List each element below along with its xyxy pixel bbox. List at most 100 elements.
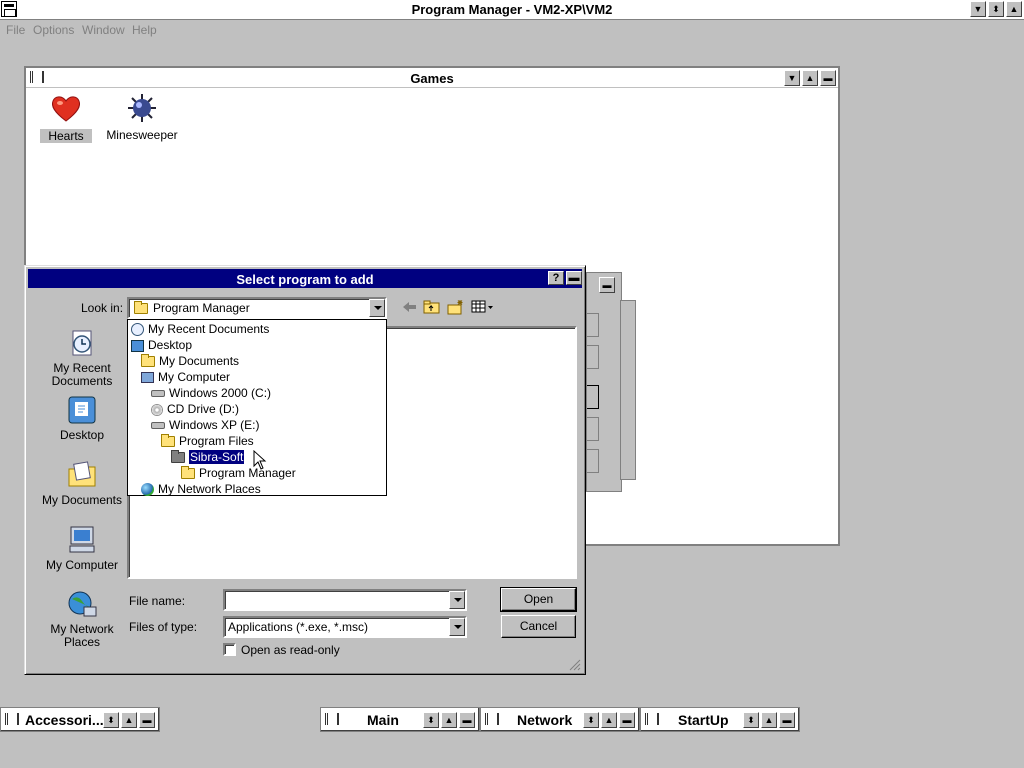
folder-icon xyxy=(181,466,195,480)
background-close-button[interactable]: ▬ xyxy=(599,277,615,293)
places-my-computer[interactable]: My Computer xyxy=(37,524,127,572)
new-folder-icon[interactable] xyxy=(447,299,467,317)
dropdown-item-desktop[interactable]: Desktop xyxy=(131,337,192,353)
chevron-down-icon[interactable] xyxy=(369,299,385,317)
menu-options[interactable]: Options xyxy=(33,23,74,37)
group-main-minimized[interactable]: Main ⬍ ▲ ▬ xyxy=(320,707,480,732)
minesweeper-program-item[interactable]: Minesweeper xyxy=(106,92,178,142)
maximize-button[interactable]: ▲ xyxy=(121,712,137,728)
background-window-2 xyxy=(620,300,636,480)
menu-bar: File Options Window Help xyxy=(0,20,1024,40)
games-title: Games xyxy=(410,71,454,86)
close-button[interactable]: ▬ xyxy=(619,712,635,728)
folder-icon xyxy=(161,434,175,448)
maximize-button[interactable]: ▲ xyxy=(601,712,617,728)
restore-button[interactable]: ⬍ xyxy=(743,712,759,728)
restore-button[interactable]: ⬍ xyxy=(423,712,439,728)
dropdown-item-drive-d[interactable]: CD Drive (D:) xyxy=(151,401,239,417)
file-type-select[interactable]: Applications (*.exe, *.msc) xyxy=(223,616,467,638)
folder-icon xyxy=(134,301,148,314)
dropdown-item-sibra-soft[interactable]: Sibra-Soft xyxy=(171,449,246,465)
group-icon xyxy=(645,713,661,727)
back-icon[interactable] xyxy=(401,299,421,317)
computer-icon xyxy=(141,372,154,384)
restore-button[interactable]: ⬍ xyxy=(583,712,599,728)
network-places-icon xyxy=(66,589,98,621)
restore-button[interactable]: ⬍ xyxy=(988,1,1004,17)
group-network-minimized[interactable]: Network ⬍ ▲ ▬ xyxy=(480,707,640,732)
close-button[interactable]: ▬ xyxy=(459,712,475,728)
drive-icon xyxy=(151,422,165,430)
minesweeper-label: Minesweeper xyxy=(106,128,178,142)
chevron-down-icon[interactable] xyxy=(449,618,465,636)
recent-docs-icon xyxy=(131,323,144,337)
menu-file[interactable]: File xyxy=(6,23,25,37)
games-close-button[interactable]: ▬ xyxy=(820,70,836,86)
up-folder-icon[interactable] xyxy=(423,299,443,317)
dialog-title-bar: Select program to add ? ▬ xyxy=(28,269,582,288)
look-in-combo[interactable]: Program Manager xyxy=(127,297,387,319)
dropdown-item-drive-e[interactable]: Windows XP (E:) xyxy=(151,417,259,433)
group-icon xyxy=(5,713,21,727)
dropdown-item-network[interactable]: My Network Places xyxy=(141,481,261,497)
places-recent-documents[interactable]: My Recent Documents xyxy=(37,328,127,388)
folder-icon xyxy=(171,450,185,464)
close-button[interactable]: ▬ xyxy=(139,712,155,728)
network-icon xyxy=(141,483,154,497)
places-my-computer-label: My Computer xyxy=(45,558,119,572)
group-startup-minimized[interactable]: StartUp ⬍ ▲ ▬ xyxy=(640,707,800,732)
maximize-button[interactable]: ▲ xyxy=(761,712,777,728)
background-button xyxy=(587,449,599,473)
background-button xyxy=(587,417,599,441)
chevron-down-icon[interactable] xyxy=(449,591,465,609)
dropdown-item-program-files[interactable]: Program Files xyxy=(161,433,254,449)
file-type-value: Applications (*.exe, *.msc) xyxy=(228,620,369,634)
look-in-value: Program Manager xyxy=(153,301,250,315)
group-network-label: Network xyxy=(517,712,573,728)
places-desktop[interactable]: Desktop xyxy=(37,394,127,442)
menu-help[interactable]: Help xyxy=(132,23,157,37)
menu-window[interactable]: Window xyxy=(82,23,125,37)
view-menu-icon[interactable] xyxy=(471,299,495,317)
file-name-label: File name: xyxy=(129,594,186,608)
minimize-button[interactable]: ▼ xyxy=(970,1,986,17)
dropdown-item-recent[interactable]: My Recent Documents xyxy=(131,321,269,337)
maximize-button[interactable]: ▲ xyxy=(441,712,457,728)
places-network[interactable]: My Network Places xyxy=(37,589,127,649)
open-button[interactable]: Open xyxy=(500,587,577,612)
places-my-documents-label: My Documents xyxy=(41,493,123,507)
close-button[interactable]: ▬ xyxy=(779,712,795,728)
mouse-cursor-icon xyxy=(253,449,267,473)
dropdown-item-drive-c[interactable]: Windows 2000 (C:) xyxy=(151,385,271,401)
games-maximize-button[interactable]: ▲ xyxy=(802,70,818,86)
close-button[interactable]: ▬ xyxy=(566,271,582,285)
restore-button[interactable]: ⬍ xyxy=(103,712,119,728)
hearts-program-item[interactable]: Hearts xyxy=(40,92,92,143)
cd-drive-icon xyxy=(151,403,163,416)
games-minimize-button[interactable]: ▼ xyxy=(784,70,800,86)
group-icon xyxy=(325,713,341,727)
file-type-label: Files of type: xyxy=(129,620,198,634)
group-startup-label: StartUp xyxy=(678,712,729,728)
dropdown-item-my-computer[interactable]: My Computer xyxy=(141,369,230,385)
places-my-documents[interactable]: My Documents xyxy=(37,459,127,507)
drive-icon xyxy=(151,390,165,398)
maximize-button[interactable]: ▲ xyxy=(1006,1,1022,17)
app-title-bar: Program Manager - VM2-XP\VM2 ▼ ⬍ ▲ xyxy=(0,0,1024,20)
dialog-title: Select program to add xyxy=(236,272,374,287)
group-accessories-label: Accessori... xyxy=(25,712,104,728)
dropdown-item-my-documents[interactable]: My Documents xyxy=(141,353,239,369)
folder-icon xyxy=(141,354,155,368)
readonly-checkbox[interactable] xyxy=(223,643,236,656)
desktop-icon xyxy=(66,394,98,426)
help-button[interactable]: ? xyxy=(548,271,564,285)
cancel-button[interactable]: Cancel xyxy=(501,615,576,638)
my-computer-icon xyxy=(66,524,98,556)
file-name-field[interactable] xyxy=(223,589,467,611)
resize-grip-icon[interactable] xyxy=(569,659,581,674)
look-in-label: Look in: xyxy=(81,301,124,315)
hearts-icon xyxy=(51,96,81,122)
dropdown-item-program-manager[interactable]: Program Manager xyxy=(181,465,296,481)
group-accessories-minimized[interactable]: Accessori... ⬍ ▲ ▬ xyxy=(0,707,160,732)
my-documents-icon xyxy=(66,459,98,491)
